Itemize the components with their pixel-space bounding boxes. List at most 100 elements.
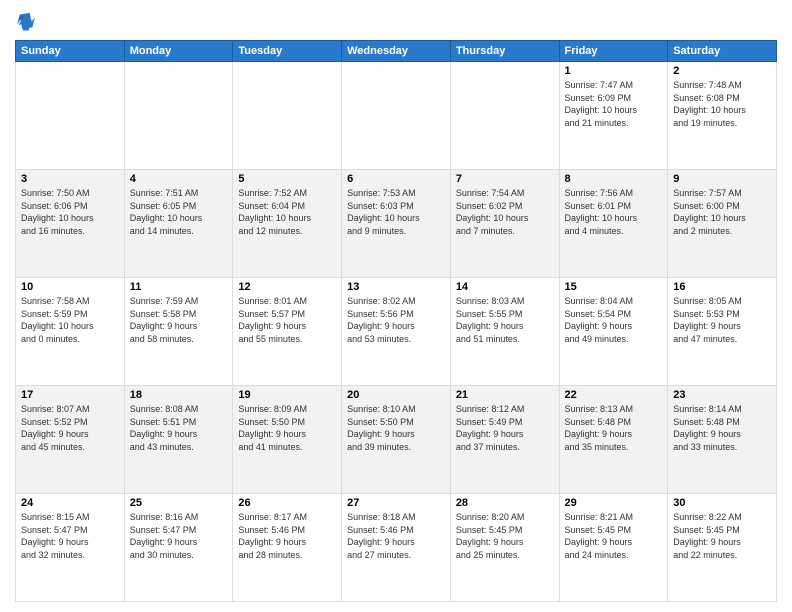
day-number: 30 [673, 497, 771, 509]
header [15, 10, 777, 32]
header-friday: Friday [559, 41, 668, 62]
calendar-cell: 18 Sunrise: 8:08 AM Sunset: 5:51 PM Dayli… [124, 386, 233, 494]
day-info: Sunrise: 8:22 AM Sunset: 5:45 PM Dayligh… [673, 511, 771, 561]
calendar-cell: 30 Sunrise: 8:22 AM Sunset: 5:45 PM Dayli… [668, 494, 777, 602]
day-info: Sunrise: 7:50 AM Sunset: 6:06 PM Dayligh… [21, 187, 119, 237]
calendar-week-3: 17 Sunrise: 8:07 AM Sunset: 5:52 PM Dayli… [16, 386, 777, 494]
calendar-cell: 7 Sunrise: 7:54 AM Sunset: 6:02 PM Daylig… [450, 170, 559, 278]
calendar-cell: 17 Sunrise: 8:07 AM Sunset: 5:52 PM Dayli… [16, 386, 125, 494]
calendar-cell: 2 Sunrise: 7:48 AM Sunset: 6:08 PM Daylig… [668, 62, 777, 170]
day-info: Sunrise: 7:52 AM Sunset: 6:04 PM Dayligh… [238, 187, 336, 237]
day-info: Sunrise: 8:07 AM Sunset: 5:52 PM Dayligh… [21, 403, 119, 453]
calendar-header: Sunday Monday Tuesday Wednesday Thursday… [16, 41, 777, 62]
day-info: Sunrise: 8:21 AM Sunset: 5:45 PM Dayligh… [565, 511, 663, 561]
header-thursday: Thursday [450, 41, 559, 62]
calendar-cell: 16Sunrise: 8:05 AM Sunset: 5:53 PM Dayli… [668, 278, 777, 386]
day-number: 4 [130, 173, 228, 185]
calendar-cell: 20 Sunrise: 8:10 AM Sunset: 5:50 PM Dayli… [342, 386, 451, 494]
page: Sunday Monday Tuesday Wednesday Thursday… [0, 0, 792, 612]
calendar-cell: 19 Sunrise: 8:09 AM Sunset: 5:50 PM Dayli… [233, 386, 342, 494]
logo [15, 10, 41, 32]
day-number: 2 [673, 65, 771, 77]
day-number: 3 [21, 173, 119, 185]
day-info: Sunrise: 7:53 AM Sunset: 6:03 PM Dayligh… [347, 187, 445, 237]
calendar-cell: 24 Sunrise: 8:15 AM Sunset: 5:47 PM Dayli… [16, 494, 125, 602]
day-number: 22 [565, 389, 663, 401]
day-number: 10 [21, 281, 119, 293]
day-number: 9 [673, 173, 771, 185]
day-info: Sunrise: 7:59 AM Sunset: 5:58 PM Dayligh… [130, 295, 228, 345]
calendar-cell: 25Sunrise: 8:16 AM Sunset: 5:47 PM Dayli… [124, 494, 233, 602]
day-number: 17 [21, 389, 119, 401]
calendar-cell: 29 Sunrise: 8:21 AM Sunset: 5:45 PM Dayli… [559, 494, 668, 602]
day-info: Sunrise: 8:12 AM Sunset: 5:49 PM Dayligh… [456, 403, 554, 453]
calendar-cell [124, 62, 233, 170]
calendar-cell: 11 Sunrise: 7:59 AM Sunset: 5:58 PM Dayli… [124, 278, 233, 386]
day-info: Sunrise: 8:13 AM Sunset: 5:48 PM Dayligh… [565, 403, 663, 453]
day-info: Sunrise: 8:08 AM Sunset: 5:51 PM Dayligh… [130, 403, 228, 453]
day-info: Sunrise: 8:14 AM Sunset: 5:48 PM Dayligh… [673, 403, 771, 453]
day-info: Sunrise: 8:05 AM Sunset: 5:53 PM Dayligh… [673, 295, 771, 345]
day-number: 1 [565, 65, 663, 77]
day-number: 14 [456, 281, 554, 293]
calendar-table: Sunday Monday Tuesday Wednesday Thursday… [15, 40, 777, 602]
calendar-week-1: 3 Sunrise: 7:50 AM Sunset: 6:06 PM Daylig… [16, 170, 777, 278]
day-info: Sunrise: 8:20 AM Sunset: 5:45 PM Dayligh… [456, 511, 554, 561]
day-number: 18 [130, 389, 228, 401]
day-info: Sunrise: 8:03 AM Sunset: 5:55 PM Dayligh… [456, 295, 554, 345]
day-number: 15 [565, 281, 663, 293]
logo-icon [15, 10, 37, 32]
calendar-cell: 14 Sunrise: 8:03 AM Sunset: 5:55 PM Dayli… [450, 278, 559, 386]
calendar-cell: 4Sunrise: 7:51 AM Sunset: 6:05 PM Daylig… [124, 170, 233, 278]
day-number: 6 [347, 173, 445, 185]
day-info: Sunrise: 8:15 AM Sunset: 5:47 PM Dayligh… [21, 511, 119, 561]
day-info: Sunrise: 8:09 AM Sunset: 5:50 PM Dayligh… [238, 403, 336, 453]
day-info: Sunrise: 8:02 AM Sunset: 5:56 PM Dayligh… [347, 295, 445, 345]
calendar-cell: 3 Sunrise: 7:50 AM Sunset: 6:06 PM Daylig… [16, 170, 125, 278]
calendar-week-0: 1 Sunrise: 7:47 AM Sunset: 6:09 PM Daylig… [16, 62, 777, 170]
day-info: Sunrise: 7:48 AM Sunset: 6:08 PM Dayligh… [673, 79, 771, 129]
header-tuesday: Tuesday [233, 41, 342, 62]
day-number: 11 [130, 281, 228, 293]
day-number: 5 [238, 173, 336, 185]
calendar-cell: 28 Sunrise: 8:20 AM Sunset: 5:45 PM Dayli… [450, 494, 559, 602]
day-info: Sunrise: 8:18 AM Sunset: 5:46 PM Dayligh… [347, 511, 445, 561]
calendar-cell: 13 Sunrise: 8:02 AM Sunset: 5:56 PM Dayli… [342, 278, 451, 386]
calendar-cell [233, 62, 342, 170]
day-number: 24 [21, 497, 119, 509]
calendar-cell: 9Sunrise: 7:57 AM Sunset: 6:00 PM Daylig… [668, 170, 777, 278]
day-info: Sunrise: 7:58 AM Sunset: 5:59 PM Dayligh… [21, 295, 119, 345]
calendar-cell: 27Sunrise: 8:18 AM Sunset: 5:46 PM Dayli… [342, 494, 451, 602]
calendar-cell: 5 Sunrise: 7:52 AM Sunset: 6:04 PM Daylig… [233, 170, 342, 278]
day-number: 19 [238, 389, 336, 401]
calendar-cell: 8Sunrise: 7:56 AM Sunset: 6:01 PM Daylig… [559, 170, 668, 278]
header-sunday: Sunday [16, 41, 125, 62]
calendar-cell: 1 Sunrise: 7:47 AM Sunset: 6:09 PM Daylig… [559, 62, 668, 170]
day-info: Sunrise: 8:04 AM Sunset: 5:54 PM Dayligh… [565, 295, 663, 345]
calendar-week-4: 24 Sunrise: 8:15 AM Sunset: 5:47 PM Dayli… [16, 494, 777, 602]
day-number: 28 [456, 497, 554, 509]
day-info: Sunrise: 8:17 AM Sunset: 5:46 PM Dayligh… [238, 511, 336, 561]
day-number: 23 [673, 389, 771, 401]
day-number: 7 [456, 173, 554, 185]
calendar-cell: 10 Sunrise: 7:58 AM Sunset: 5:59 PM Dayli… [16, 278, 125, 386]
calendar-cell [16, 62, 125, 170]
day-number: 13 [347, 281, 445, 293]
day-number: 20 [347, 389, 445, 401]
header-monday: Monday [124, 41, 233, 62]
calendar-cell: 21Sunrise: 8:12 AM Sunset: 5:49 PM Dayli… [450, 386, 559, 494]
header-saturday: Saturday [668, 41, 777, 62]
day-info: Sunrise: 7:56 AM Sunset: 6:01 PM Dayligh… [565, 187, 663, 237]
day-info: Sunrise: 7:47 AM Sunset: 6:09 PM Dayligh… [565, 79, 663, 129]
day-number: 26 [238, 497, 336, 509]
day-info: Sunrise: 8:10 AM Sunset: 5:50 PM Dayligh… [347, 403, 445, 453]
calendar-cell: 6 Sunrise: 7:53 AM Sunset: 6:03 PM Daylig… [342, 170, 451, 278]
day-info: Sunrise: 8:16 AM Sunset: 5:47 PM Dayligh… [130, 511, 228, 561]
calendar-cell: 15 Sunrise: 8:04 AM Sunset: 5:54 PM Dayli… [559, 278, 668, 386]
day-info: Sunrise: 7:54 AM Sunset: 6:02 PM Dayligh… [456, 187, 554, 237]
day-number: 29 [565, 497, 663, 509]
header-row: Sunday Monday Tuesday Wednesday Thursday… [16, 41, 777, 62]
calendar-body: 1 Sunrise: 7:47 AM Sunset: 6:09 PM Daylig… [16, 62, 777, 602]
calendar-cell: 26 Sunrise: 8:17 AM Sunset: 5:46 PM Dayli… [233, 494, 342, 602]
calendar-cell: 22 Sunrise: 8:13 AM Sunset: 5:48 PM Dayli… [559, 386, 668, 494]
